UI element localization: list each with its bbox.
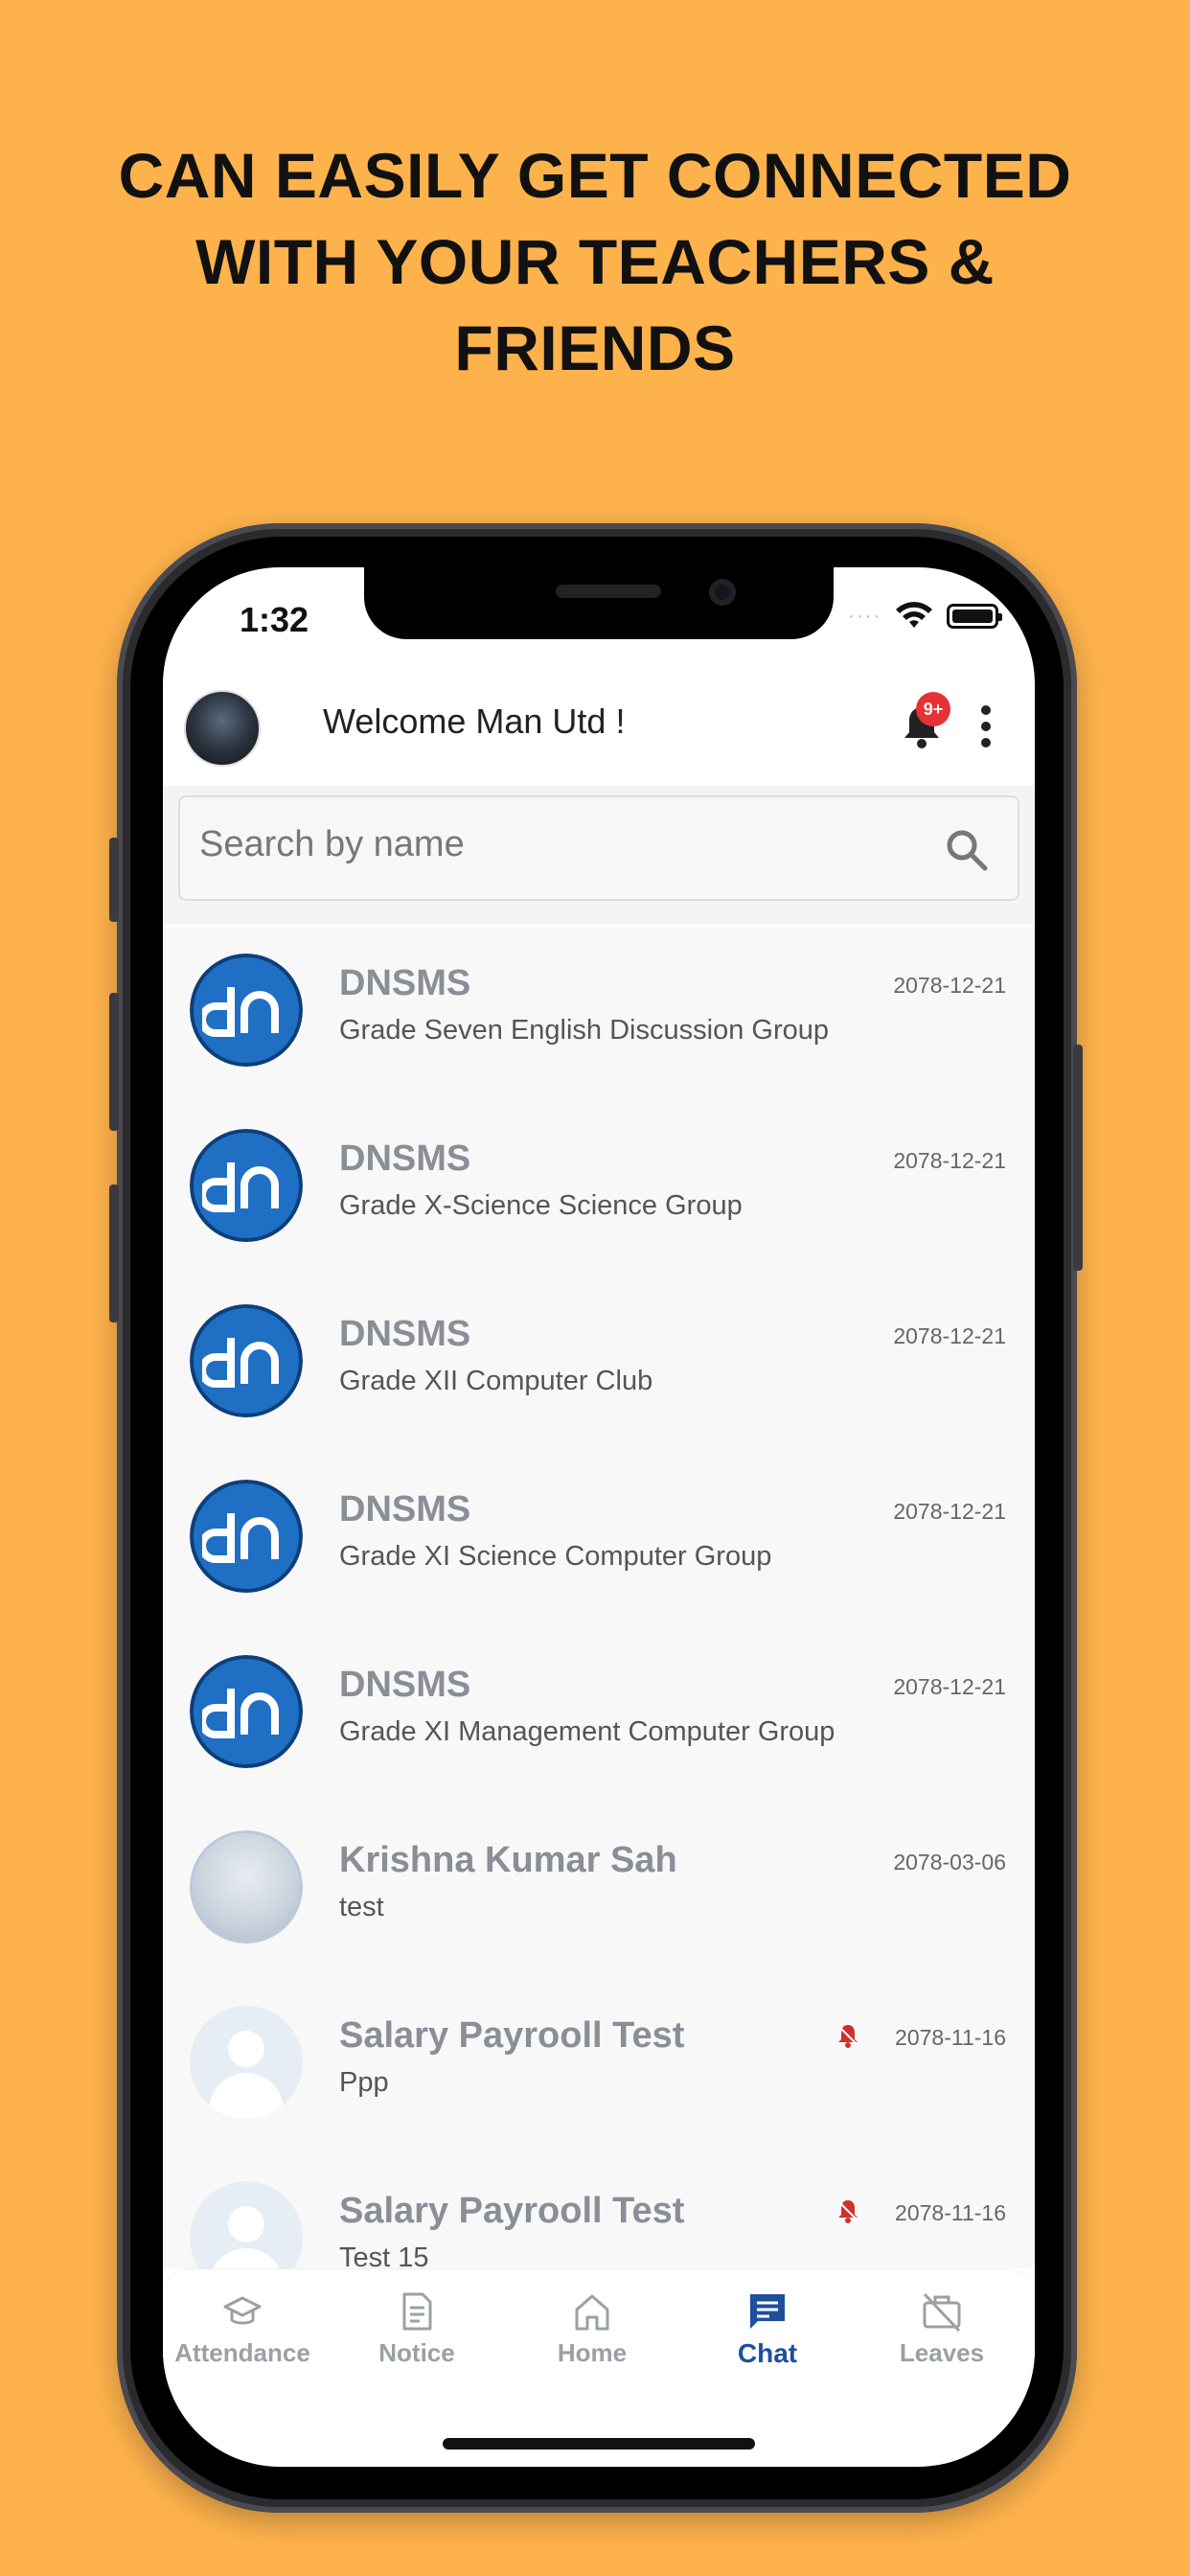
chat-last-message: Test 15 bbox=[339, 2242, 429, 2268]
dn-logo-icon bbox=[190, 1655, 303, 1768]
chat-name: DNSMS bbox=[339, 963, 471, 1003]
chat-list-item[interactable]: DNSMS Grade XI Science Computer Group 2078… bbox=[163, 1453, 1035, 1628]
cellular-signal-icon: ···· bbox=[848, 605, 881, 627]
chat-last-message: Grade X-Science Science Group bbox=[339, 1190, 743, 1221]
chat-avatar bbox=[190, 1304, 303, 1417]
headline-line-3: FRIENDS bbox=[454, 312, 736, 383]
chat-name: Salary Payrooll Test bbox=[339, 2015, 685, 2056]
chat-last-message: Grade Seven English Discussion Group bbox=[339, 1015, 829, 1046]
tab-notice[interactable]: Notice bbox=[340, 2290, 493, 2368]
chat-list-item[interactable]: DNSMS Grade XII Computer Club 2078-12-21 bbox=[163, 1277, 1035, 1453]
chat-avatar bbox=[190, 954, 303, 1067]
search-bar-container bbox=[163, 786, 1035, 925]
chat-list-item[interactable]: Salary Payrooll Test Test 15 2078-11-16 bbox=[163, 2154, 1035, 2268]
tab-chat-label: Chat bbox=[737, 2338, 798, 2368]
tab-attendance[interactable]: Attendance bbox=[166, 2290, 319, 2368]
dn-logo-icon bbox=[190, 954, 303, 1067]
chat-date: 2078-12-21 bbox=[893, 1148, 1006, 1173]
tab-chat[interactable]: Chat bbox=[691, 2290, 844, 2369]
phone-screen: 1:32 ···· Welcome Man Utd ! 9+ DNSMS Grad… bbox=[163, 567, 1035, 2467]
dn-logo-icon bbox=[190, 1304, 303, 1417]
notch bbox=[364, 567, 834, 639]
chat-last-message: Grade XI Science Computer Group bbox=[339, 1541, 772, 1572]
chat-list-item[interactable]: DNSMS Grade X-Science Science Group 2078-1… bbox=[163, 1102, 1035, 1277]
chat-last-message: Grade XI Management Computer Group bbox=[339, 1716, 835, 1747]
bottom-tab-bar: Attendance Notice Home Chat Leaves bbox=[163, 2268, 1035, 2388]
front-camera bbox=[709, 579, 736, 606]
chat-last-message: Grade XII Computer Club bbox=[339, 1366, 653, 1396]
chat-list-item[interactable]: DNSMS Grade Seven English Discussion Grou… bbox=[163, 927, 1035, 1102]
app-header: Welcome Man Utd ! 9+ bbox=[163, 673, 1035, 778]
briefcase-off-icon bbox=[923, 2292, 961, 2333]
wifi-icon bbox=[896, 602, 932, 628]
promo-headline: CAN EASILY GET CONNECTED WITH YOUR TEACH… bbox=[0, 132, 1190, 391]
battery-icon bbox=[947, 604, 1002, 629]
phone-silent-switch bbox=[109, 838, 119, 922]
chat-date: 2078-12-21 bbox=[893, 1499, 1006, 1524]
dn-logo-icon bbox=[190, 1129, 303, 1242]
tab-attendance-label: Attendance bbox=[174, 2338, 310, 2367]
chat-avatar bbox=[190, 2006, 303, 2119]
more-options-icon[interactable] bbox=[979, 705, 993, 748]
chat-name: DNSMS bbox=[339, 1138, 471, 1179]
chat-date: 2078-11-16 bbox=[895, 2200, 1006, 2225]
profile-photo bbox=[190, 1830, 303, 1944]
graduation-cap-icon bbox=[223, 2296, 262, 2325]
tab-leaves[interactable]: Leaves bbox=[865, 2290, 1018, 2368]
dn-logo-icon bbox=[190, 1480, 303, 1593]
tab-home-label: Home bbox=[557, 2338, 628, 2367]
chat-avatar bbox=[190, 2181, 303, 2268]
chat-list-item[interactable]: Krishna Kumar Sah test 2078-03-06 bbox=[163, 1804, 1035, 1979]
notification-badge: 9+ bbox=[916, 692, 950, 726]
home-icon bbox=[575, 2294, 609, 2331]
chat-last-message: Ppp bbox=[339, 2067, 389, 2098]
search-box bbox=[178, 795, 1019, 901]
chat-list-item[interactable]: Salary Payrooll Test Ppp 2078-11-16 bbox=[163, 1979, 1035, 2154]
tab-leaves-label: Leaves bbox=[899, 2338, 985, 2367]
muted-bell-icon bbox=[837, 2200, 858, 2223]
chat-date: 2078-12-21 bbox=[893, 973, 1006, 998]
chat-date: 2078-11-16 bbox=[895, 2025, 1006, 2050]
status-icons: ···· bbox=[848, 602, 1002, 631]
chat-name: DNSMS bbox=[339, 1489, 471, 1530]
headline-line-1: CAN EASILY GET CONNECTED bbox=[118, 140, 1072, 211]
search-icon[interactable] bbox=[943, 826, 989, 872]
chat-avatar bbox=[190, 1830, 303, 1944]
user-avatar[interactable] bbox=[184, 690, 261, 767]
chat-list: DNSMS Grade Seven English Discussion Grou… bbox=[163, 927, 1035, 2268]
chat-avatar bbox=[190, 1480, 303, 1593]
chat-date: 2078-12-21 bbox=[893, 1323, 1006, 1348]
chat-name: Krishna Kumar Sah bbox=[339, 1840, 677, 1880]
chat-name: DNSMS bbox=[339, 1665, 471, 1705]
chat-last-message: test bbox=[339, 1892, 384, 1922]
default-user-icon bbox=[190, 2181, 303, 2268]
chat-avatar bbox=[190, 1655, 303, 1768]
phone-volume-down bbox=[109, 1184, 119, 1322]
chat-list-item[interactable]: DNSMS Grade XI Management Computer Group 2… bbox=[163, 1628, 1035, 1804]
phone-volume-up bbox=[109, 993, 119, 1131]
home-indicator[interactable] bbox=[443, 2438, 755, 2450]
chat-name: DNSMS bbox=[339, 1314, 471, 1354]
chat-icon bbox=[750, 2294, 785, 2329]
search-input[interactable] bbox=[199, 824, 870, 865]
muted-bell-icon bbox=[837, 2025, 858, 2048]
phone-power-button bbox=[1073, 1045, 1083, 1271]
chat-date: 2078-03-06 bbox=[893, 1850, 1006, 1874]
chat-date: 2078-12-21 bbox=[893, 1674, 1006, 1699]
welcome-text: Welcome Man Utd ! bbox=[323, 702, 626, 741]
headline-line-2: WITH YOUR TEACHERS & bbox=[195, 226, 995, 297]
default-user-icon bbox=[190, 2006, 303, 2119]
chat-name: Salary Payrooll Test bbox=[339, 2191, 685, 2231]
tab-notice-label: Notice bbox=[378, 2338, 455, 2367]
chat-avatar bbox=[190, 1129, 303, 1242]
status-time: 1:32 bbox=[240, 600, 309, 639]
tab-home[interactable]: Home bbox=[515, 2290, 669, 2368]
document-icon bbox=[402, 2292, 432, 2331]
speaker-grille bbox=[556, 585, 661, 598]
